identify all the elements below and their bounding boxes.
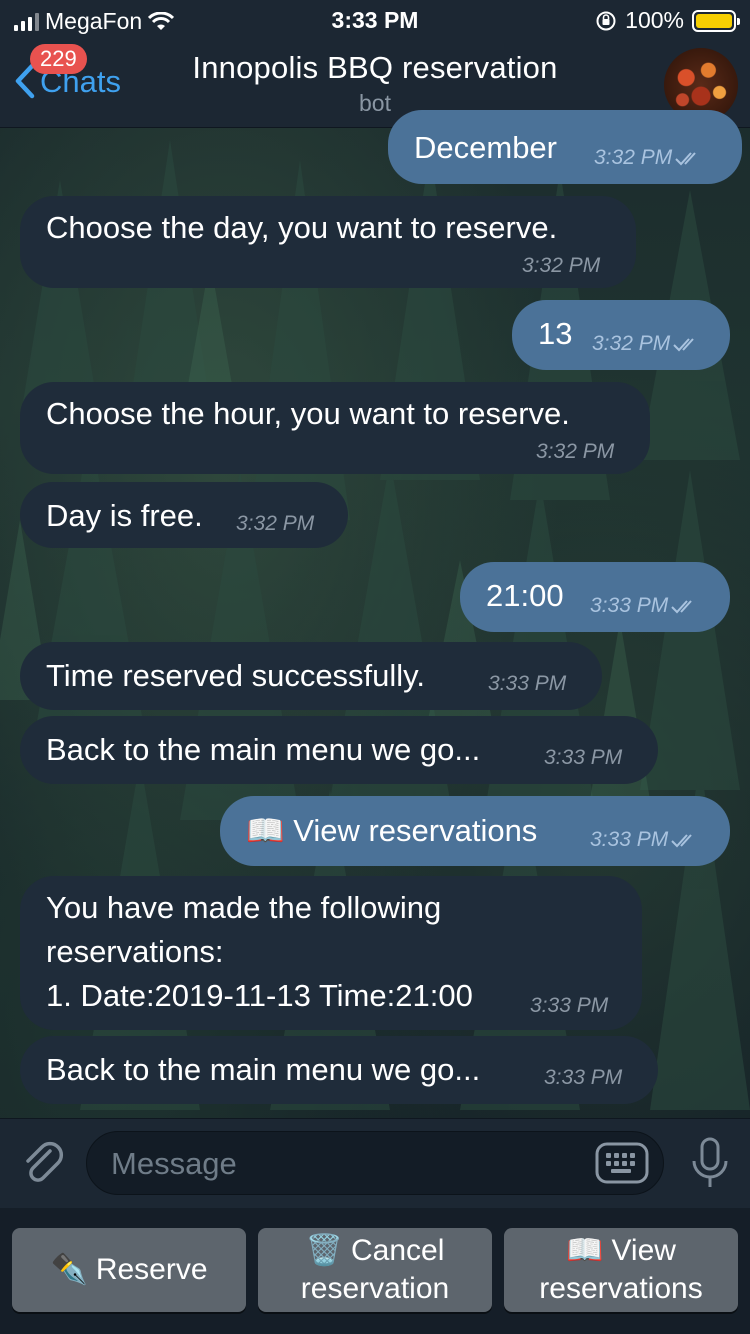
message-incoming[interactable]: You have made the following reservations… bbox=[20, 876, 642, 1030]
message-text: Choose the day, you want to reserve. bbox=[46, 210, 558, 245]
double-check-icon bbox=[673, 338, 694, 352]
message-outgoing[interactable]: December 3:32 PM bbox=[388, 110, 742, 184]
cancel-reservation-button[interactable]: 🗑️ Cancel reservation bbox=[258, 1228, 492, 1312]
message-time: 3:32 PM bbox=[522, 254, 601, 277]
orientation-lock-icon bbox=[596, 11, 616, 30]
paperclip-icon[interactable] bbox=[20, 1139, 68, 1187]
message-text: You have made the following reservations… bbox=[46, 886, 473, 1018]
bot-reply-keyboard: ✒️ Reserve 🗑️ Cancel reservation 📖 View re… bbox=[0, 1208, 750, 1334]
trash-icon: 🗑️ bbox=[305, 1234, 343, 1267]
button-label-line: reservation bbox=[300, 1272, 450, 1305]
message-incoming[interactable]: Day is free. 3:32 PM bbox=[20, 482, 348, 548]
message-text: 13 bbox=[538, 316, 573, 351]
message-line: You have made the following bbox=[46, 890, 442, 925]
message-time: 3:32 PM bbox=[592, 332, 702, 356]
double-check-icon bbox=[671, 600, 692, 614]
button-label-line: 🗑️ Cancel bbox=[305, 1234, 445, 1267]
reserve-button[interactable]: ✒️ Reserve bbox=[12, 1228, 246, 1312]
message-text: Day is free. bbox=[46, 498, 203, 533]
message-incoming[interactable]: Back to the main menu we go... 3:33 PM bbox=[20, 1036, 658, 1104]
message-text: 21:00 bbox=[486, 578, 564, 613]
message-time: 3:33 PM bbox=[544, 1066, 623, 1089]
message-time: 3:33 PM bbox=[590, 828, 700, 852]
message-incoming[interactable]: Time reserved successfully. 3:33 PM bbox=[20, 642, 602, 710]
button-label-line: reservations bbox=[539, 1272, 703, 1305]
message-input-placeholder: Message bbox=[111, 1146, 237, 1181]
message-composer: Message bbox=[0, 1118, 750, 1208]
double-check-icon bbox=[671, 834, 692, 848]
message-time: 3:33 PM bbox=[544, 746, 623, 769]
message-incoming[interactable]: Back to the main menu we go... 3:33 PM bbox=[20, 716, 658, 784]
message-time: 3:33 PM bbox=[530, 994, 609, 1017]
message-time: 3:32 PM bbox=[236, 512, 315, 535]
message-incoming[interactable]: Choose the hour, you want to reserve. 3:… bbox=[20, 382, 650, 474]
status-bar: MegaFon 3:33 PM 100% bbox=[0, 0, 750, 40]
button-label-line: 📖 View bbox=[566, 1234, 676, 1267]
double-check-icon bbox=[675, 152, 696, 166]
message-outgoing[interactable]: 21:00 3:33 PM bbox=[460, 562, 730, 632]
pen-icon: ✒️ bbox=[50, 1253, 88, 1286]
message-incoming[interactable]: Choose the day, you want to reserve. 3:3… bbox=[20, 196, 636, 288]
message-time: 3:33 PM bbox=[590, 594, 700, 618]
message-time: 3:32 PM bbox=[594, 146, 704, 170]
message-line: 1. Date:2019-11-13 Time:21:00 bbox=[46, 978, 473, 1013]
message-text: Choose the hour, you want to reserve. bbox=[46, 396, 570, 431]
message-text: December bbox=[414, 130, 557, 165]
keyboard-icon[interactable] bbox=[595, 1142, 649, 1184]
message-time: 3:33 PM bbox=[488, 672, 567, 695]
view-reservations-button[interactable]: 📖 View reservations bbox=[504, 1228, 738, 1312]
message-outgoing[interactable]: 13 3:32 PM bbox=[512, 300, 730, 370]
chat-title[interactable]: Innopolis BBQ reservation bbox=[0, 50, 750, 86]
microphone-icon[interactable] bbox=[690, 1137, 730, 1191]
book-icon: 📖 bbox=[566, 1234, 604, 1267]
button-label: Reserve bbox=[95, 1253, 208, 1286]
battery-icon bbox=[692, 9, 740, 32]
message-text: 📖 View reservations bbox=[246, 813, 538, 848]
message-input[interactable]: Message bbox=[86, 1131, 664, 1195]
message-outgoing[interactable]: 📖 View reservations 3:33 PM bbox=[220, 796, 730, 866]
message-time: 3:32 PM bbox=[536, 440, 615, 463]
message-text: Back to the main menu we go... bbox=[46, 732, 481, 767]
message-text: Time reserved successfully. bbox=[46, 658, 425, 693]
battery-percent: 100% bbox=[625, 7, 684, 33]
message-line: reservations: bbox=[46, 934, 224, 969]
status-right: 100% bbox=[595, 7, 740, 34]
message-text: Back to the main menu we go... bbox=[46, 1052, 481, 1087]
